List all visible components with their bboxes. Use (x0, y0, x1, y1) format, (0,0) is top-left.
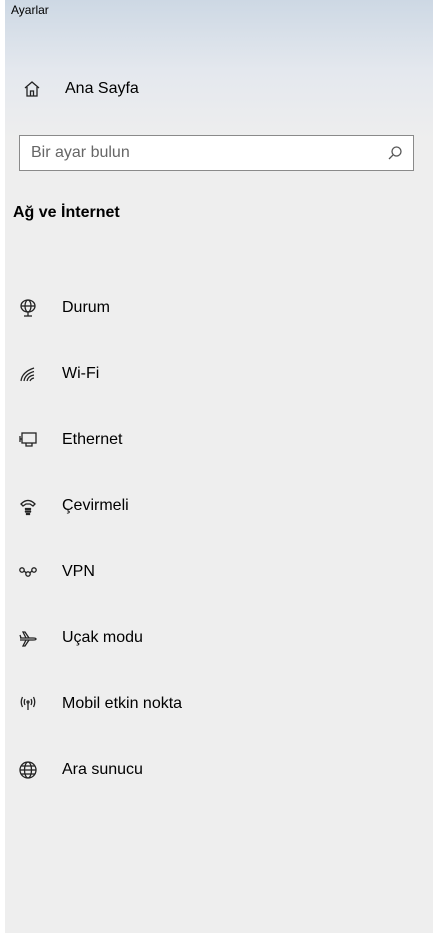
nav-item-airplane-mode[interactable]: Uçak modu (5, 605, 433, 671)
hotspot-icon (17, 693, 39, 715)
globe-status-icon (17, 297, 39, 319)
settings-sidebar: Ayarlar Ana Sayfa Ağ ve İnternet Durum W… (5, 0, 433, 933)
settings-search-box[interactable] (19, 135, 414, 171)
nav-item-label: Durum (62, 299, 111, 316)
search-input[interactable] (20, 136, 380, 170)
wifi-icon (17, 363, 39, 385)
section-title: Ağ ve İnternet (13, 204, 120, 221)
home-icon (21, 78, 43, 100)
vpn-icon (17, 561, 39, 583)
network-nav-list: Durum Wi-Fi Ethernet Çevirmeli VPN Uçak … (5, 275, 433, 803)
nav-item-proxy[interactable]: Ara sunucu (5, 737, 433, 803)
nav-item-dialup[interactable]: Çevirmeli (5, 473, 433, 539)
nav-item-label: VPN (62, 563, 95, 580)
nav-item-wifi[interactable]: Wi-Fi (5, 341, 433, 407)
app-title: Ayarlar (11, 3, 49, 17)
nav-item-label: Mobil etkin nokta (62, 695, 183, 712)
search-icon[interactable] (387, 145, 403, 161)
nav-item-ethernet[interactable]: Ethernet (5, 407, 433, 473)
home-label: Ana Sayfa (65, 80, 139, 97)
globe-icon (17, 759, 39, 781)
nav-item-status[interactable]: Durum (5, 275, 433, 341)
ethernet-icon (17, 429, 39, 451)
dialup-icon (17, 495, 39, 517)
nav-item-label: Uçak modu (62, 629, 143, 646)
nav-item-label: Ara sunucu (62, 761, 143, 778)
nav-item-mobile-hotspot[interactable]: Mobil etkin nokta (5, 671, 433, 737)
nav-item-label: Ethernet (62, 431, 123, 448)
airplane-icon (17, 627, 39, 649)
home-nav-item[interactable]: Ana Sayfa (5, 68, 433, 110)
nav-item-vpn[interactable]: VPN (5, 539, 433, 605)
nav-item-label: Çevirmeli (62, 497, 129, 514)
nav-item-label: Wi-Fi (62, 365, 100, 382)
